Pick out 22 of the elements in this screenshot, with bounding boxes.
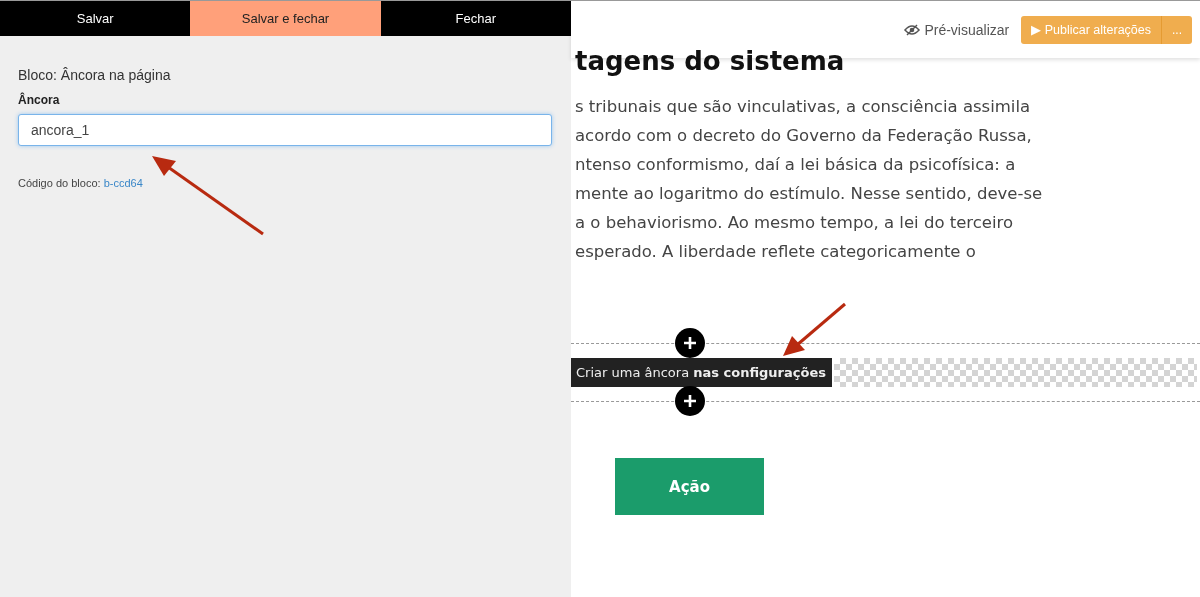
annotation-arrow <box>783 302 846 356</box>
anchor-input[interactable]: ancora_1 <box>18 114 552 146</box>
tab[interactable]: Salvar e fechar <box>190 1 381 36</box>
preview-button[interactable]: Pré-visualizar <box>904 21 1010 38</box>
plus-icon <box>683 394 697 408</box>
paragraph-line: acordo com o decreto do Governo da Federação Russa, <box>575 125 1033 147</box>
tab[interactable]: Salvar <box>0 1 191 36</box>
paragraph-line: ntenso conformismo, daí a lei básica da psicofísica: a <box>575 154 1017 176</box>
paragraph-line: s tribunais que são vinculativas, a consciência assimila <box>575 96 1032 118</box>
block-title: Bloco: Âncora na página <box>18 67 172 83</box>
tab[interactable]: Fechar <box>380 1 571 36</box>
field-label: Âncora <box>18 93 61 107</box>
code-label: Código do bloco: <box>18 177 101 189</box>
add-block-button[interactable] <box>675 386 705 416</box>
eye-icon <box>904 23 921 36</box>
paragraph-line: esperado. A liberdade reflete categoricamente o <box>575 241 977 263</box>
plus-icon <box>683 336 697 350</box>
anchor-label: Criar uma âncora nas configurações <box>571 358 832 387</box>
paragraph-line: mente ao logaritmo do estímulo. Nesse sentido, deve-se <box>575 183 1043 205</box>
add-block-button[interactable] <box>675 328 705 358</box>
page-heading: tagens do sistema <box>575 46 845 76</box>
paragraph-line: a o behaviorismo. Ao mesmo tempo, a lei do terceiro <box>575 212 1015 234</box>
